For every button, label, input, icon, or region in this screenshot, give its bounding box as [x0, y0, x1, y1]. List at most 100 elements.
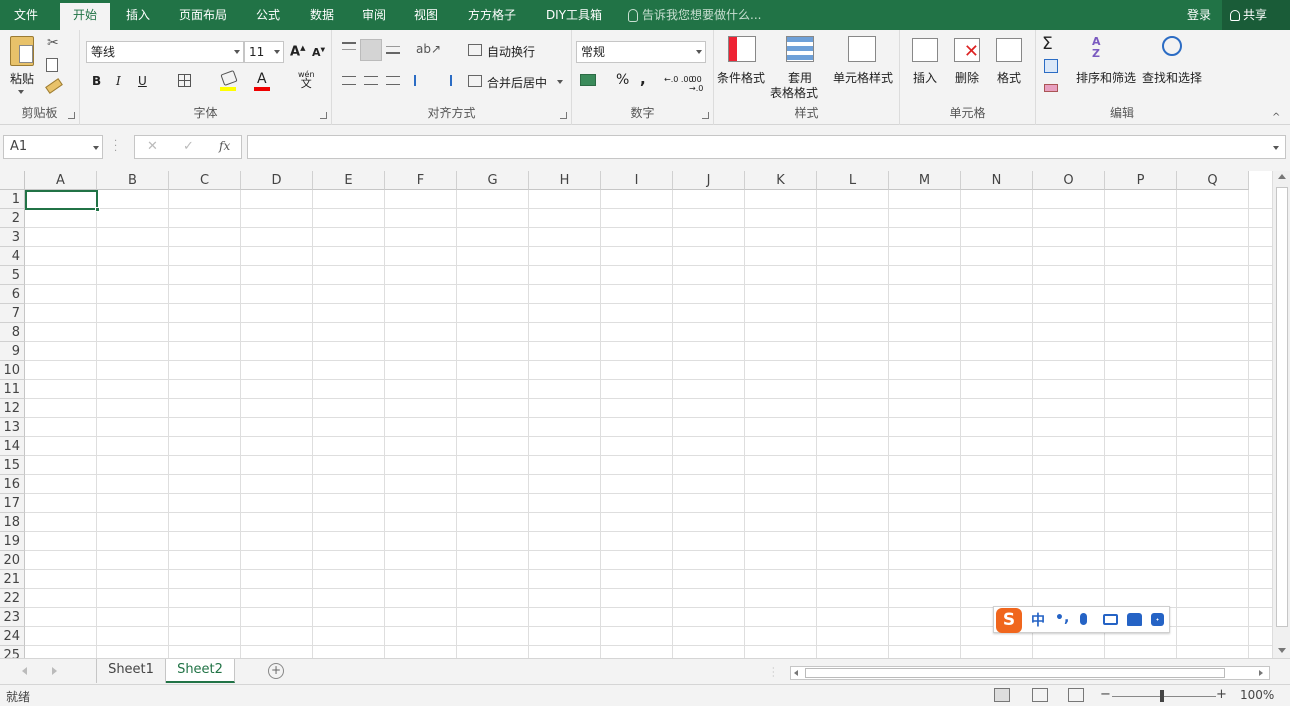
row-header[interactable]: 18	[0, 513, 25, 532]
accounting-format-icon[interactable]	[580, 74, 596, 86]
horizontal-scroll-thumb[interactable]	[805, 668, 1225, 678]
font-size-select[interactable]: 11	[244, 41, 284, 63]
ime-language-toggle[interactable]: 中	[1031, 610, 1045, 630]
row-header[interactable]: 9	[0, 342, 25, 361]
alignment-launcher-icon[interactable]	[560, 112, 567, 119]
row-header[interactable]: 22	[0, 589, 25, 608]
cut-icon[interactable]: ✂	[47, 35, 59, 51]
formula-input[interactable]	[247, 135, 1286, 159]
merge-center-button[interactable]: 合并后居中	[487, 74, 547, 91]
shrink-font-icon[interactable]: A▼	[312, 46, 325, 59]
insert-function-button[interactable]: fx	[219, 139, 230, 153]
zoom-in-button[interactable]: +	[1216, 687, 1227, 702]
fill-handle[interactable]	[95, 207, 100, 212]
collapse-ribbon-icon[interactable]: ^	[1272, 112, 1280, 123]
wrap-text-button[interactable]: 自动换行	[487, 43, 535, 60]
insert-cells-icon[interactable]	[912, 38, 938, 62]
column-header[interactable]: F	[385, 171, 457, 190]
cell-styles-button[interactable]: 单元格样式	[833, 69, 893, 86]
select-all-corner[interactable]	[0, 171, 25, 190]
copy-icon[interactable]	[46, 58, 58, 72]
fill-icon[interactable]	[1044, 59, 1058, 73]
fill-color-icon[interactable]	[220, 69, 238, 87]
number-launcher-icon[interactable]	[702, 112, 709, 119]
paste-button[interactable]: 粘贴	[10, 70, 34, 87]
row-header[interactable]: 6	[0, 285, 25, 304]
format-painter-icon[interactable]	[45, 78, 63, 94]
tab-insert[interactable]: 插入	[113, 0, 163, 30]
vertical-scroll-thumb[interactable]	[1276, 187, 1288, 627]
borders-icon[interactable]	[178, 74, 191, 87]
page-break-view-icon[interactable]	[1068, 688, 1084, 702]
number-format-select[interactable]: 常规	[576, 41, 706, 63]
find-select-button[interactable]: 查找和选择	[1142, 69, 1202, 86]
font-color-icon[interactable]: A	[257, 71, 267, 87]
phonetic-icon[interactable]: wén 文	[298, 70, 315, 89]
cell-styles-icon[interactable]	[848, 36, 876, 62]
row-header[interactable]: 3	[0, 228, 25, 247]
grid-icon[interactable]	[1151, 613, 1164, 626]
bold-button[interactable]: B	[92, 74, 101, 88]
scroll-up-icon[interactable]	[1278, 174, 1286, 179]
paste-dropdown-icon[interactable]	[18, 90, 24, 94]
column-header[interactable]: G	[457, 171, 529, 190]
column-header[interactable]: A	[25, 171, 97, 190]
zoom-out-button[interactable]: −	[1100, 687, 1111, 702]
grow-font-icon[interactable]: A▲	[290, 44, 305, 59]
orientation-icon[interactable]: ab↗	[416, 42, 441, 56]
font-name-select[interactable]: 等线	[86, 41, 244, 63]
conditional-format-button[interactable]: 条件格式	[717, 69, 765, 86]
row-header[interactable]: 1	[0, 190, 25, 209]
row-header[interactable]: 8	[0, 323, 25, 342]
row-header[interactable]: 20	[0, 551, 25, 570]
row-header[interactable]: 12	[0, 399, 25, 418]
ime-toolbar[interactable]: S 中 •,	[993, 606, 1170, 633]
sort-filter-button[interactable]: 排序和筛选	[1076, 69, 1136, 86]
find-select-icon[interactable]	[1162, 36, 1182, 56]
row-header[interactable]: 17	[0, 494, 25, 513]
tab-split-grip-icon[interactable]: · · ·	[772, 665, 775, 681]
row-header[interactable]: 14	[0, 437, 25, 456]
decrease-decimal-button[interactable]: .00 →.0	[689, 75, 713, 93]
column-header[interactable]: K	[745, 171, 817, 190]
column-header[interactable]: L	[817, 171, 889, 190]
column-header[interactable]: M	[889, 171, 961, 190]
column-header[interactable]: E	[313, 171, 385, 190]
tab-file[interactable]: 文件	[0, 0, 52, 30]
column-header[interactable]: I	[601, 171, 673, 190]
keyboard-icon[interactable]	[1103, 614, 1118, 625]
clipboard-launcher-icon[interactable]	[68, 112, 75, 119]
tab-fangfang[interactable]: 方方格子	[460, 0, 524, 30]
format-as-table-line2[interactable]: 表格格式	[770, 84, 818, 101]
align-left-icon[interactable]	[342, 76, 356, 85]
tell-me-search[interactable]: 告诉我您想要做什么...	[628, 0, 761, 30]
row-header[interactable]: 16	[0, 475, 25, 494]
tab-page-layout[interactable]: 页面布局	[170, 0, 236, 30]
decrease-indent-icon[interactable]	[414, 75, 430, 86]
row-header[interactable]: 23	[0, 608, 25, 627]
align-top-icon[interactable]	[342, 42, 356, 50]
sogou-logo-icon[interactable]: S	[996, 608, 1022, 633]
selected-cell[interactable]	[25, 190, 100, 212]
enter-formula-button[interactable]: ✓	[183, 139, 194, 154]
column-header[interactable]: O	[1033, 171, 1105, 190]
share-button[interactable]: 共享	[1222, 0, 1290, 30]
row-header[interactable]: 4	[0, 247, 25, 266]
column-header[interactable]: H	[529, 171, 601, 190]
insert-cells-button[interactable]: 插入	[913, 69, 937, 86]
column-header[interactable]: D	[241, 171, 313, 190]
column-header[interactable]: J	[673, 171, 745, 190]
comma-button[interactable]: ,	[640, 70, 646, 88]
column-header[interactable]: Q	[1177, 171, 1249, 190]
row-header[interactable]: 19	[0, 532, 25, 551]
cell-area[interactable]	[25, 190, 1272, 658]
ime-punct-toggle[interactable]: •,	[1055, 610, 1069, 626]
clear-icon[interactable]	[1044, 84, 1058, 92]
column-header[interactable]: N	[961, 171, 1033, 190]
format-cells-icon[interactable]	[996, 38, 1022, 62]
conditional-format-icon[interactable]	[728, 36, 756, 62]
row-header[interactable]: 2	[0, 209, 25, 228]
mic-icon[interactable]	[1080, 613, 1087, 625]
percent-button[interactable]: %	[616, 72, 629, 88]
align-right-icon[interactable]	[386, 76, 400, 85]
